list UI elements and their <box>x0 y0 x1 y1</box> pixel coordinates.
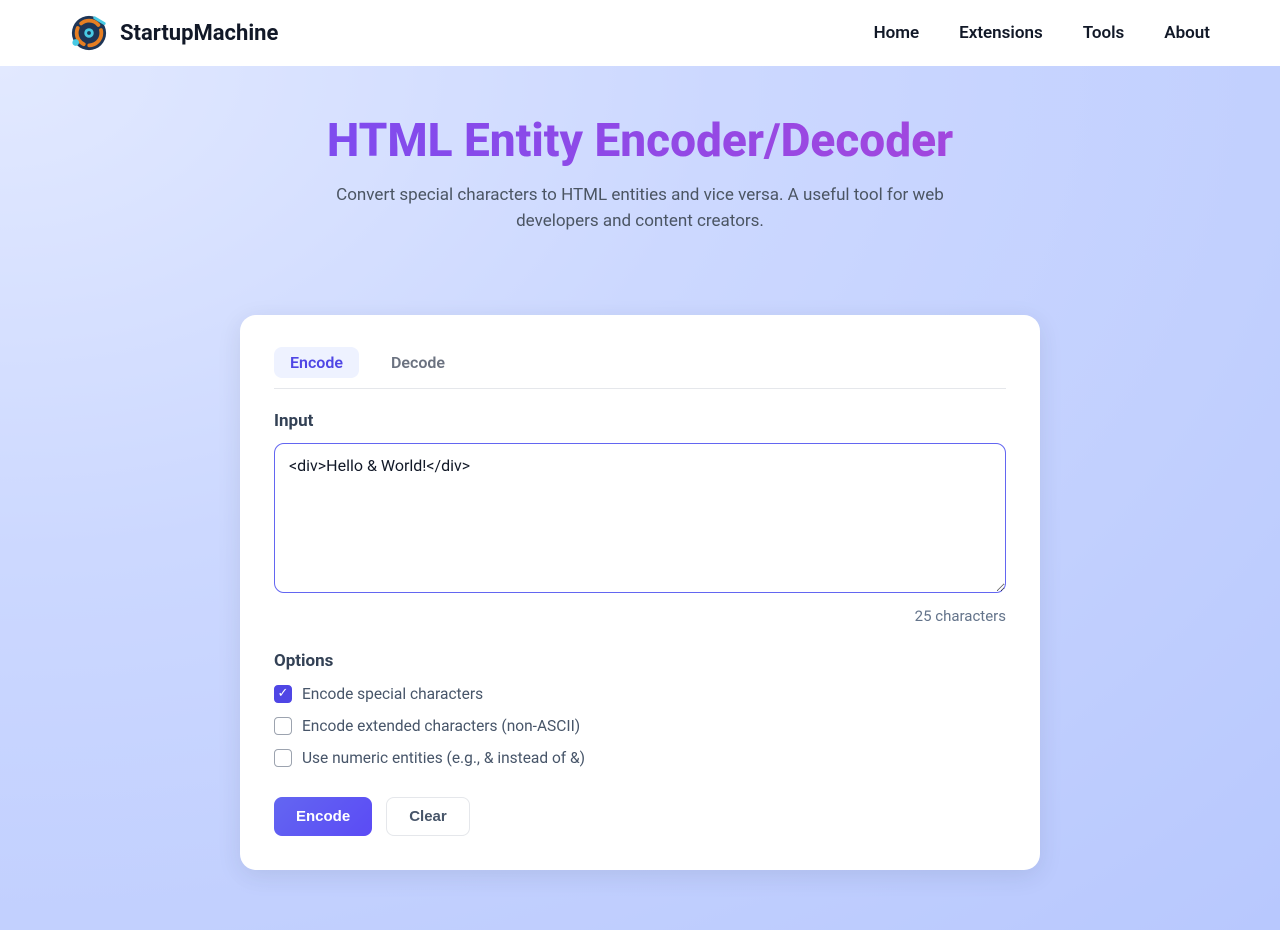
options-title: Options <box>274 651 1006 671</box>
tabs: Encode Decode <box>274 347 1006 389</box>
checkbox-encode-extended[interactable] <box>274 717 292 735</box>
nav-extensions[interactable]: Extensions <box>959 23 1043 43</box>
tool-card: Encode Decode Input 25 characters Option… <box>240 315 1040 870</box>
option-numeric-entities: Use numeric entities (e.g., & instead of… <box>274 749 1006 767</box>
input-textarea[interactable] <box>274 443 1006 593</box>
option-label: Use numeric entities (e.g., & instead of… <box>302 749 585 767</box>
option-encode-special: Encode special characters <box>274 685 1006 703</box>
tab-decode[interactable]: Decode <box>375 347 461 378</box>
page-title: HTML Entity Encoder/Decoder <box>0 114 1280 168</box>
main-nav: Home Extensions Tools About <box>874 23 1210 43</box>
clear-button[interactable]: Clear <box>386 797 470 836</box>
nav-about[interactable]: About <box>1164 23 1210 43</box>
options-section: Options Encode special characters Encode… <box>274 651 1006 767</box>
option-encode-extended: Encode extended characters (non-ASCII) <box>274 717 1006 735</box>
char-count: 25 characters <box>274 607 1006 625</box>
hero-section: HTML Entity Encoder/Decoder Convert spec… <box>0 66 1280 930</box>
nav-tools[interactable]: Tools <box>1083 23 1125 43</box>
brand-name: StartupMachine <box>120 21 278 46</box>
option-label: Encode special characters <box>302 685 483 703</box>
tab-encode[interactable]: Encode <box>274 347 359 378</box>
checkbox-numeric-entities[interactable] <box>274 749 292 767</box>
brand-logo-icon <box>70 14 108 52</box>
checkbox-encode-special[interactable] <box>274 685 292 703</box>
option-label: Encode extended characters (non-ASCII) <box>302 717 580 735</box>
encode-button[interactable]: Encode <box>274 797 372 836</box>
input-label: Input <box>274 411 1006 431</box>
button-row: Encode Clear <box>274 797 1006 836</box>
nav-home[interactable]: Home <box>874 23 920 43</box>
brand[interactable]: StartupMachine <box>70 14 278 52</box>
page-subtitle: Convert special characters to HTML entit… <box>320 182 960 235</box>
header: StartupMachine Home Extensions Tools Abo… <box>0 0 1280 66</box>
